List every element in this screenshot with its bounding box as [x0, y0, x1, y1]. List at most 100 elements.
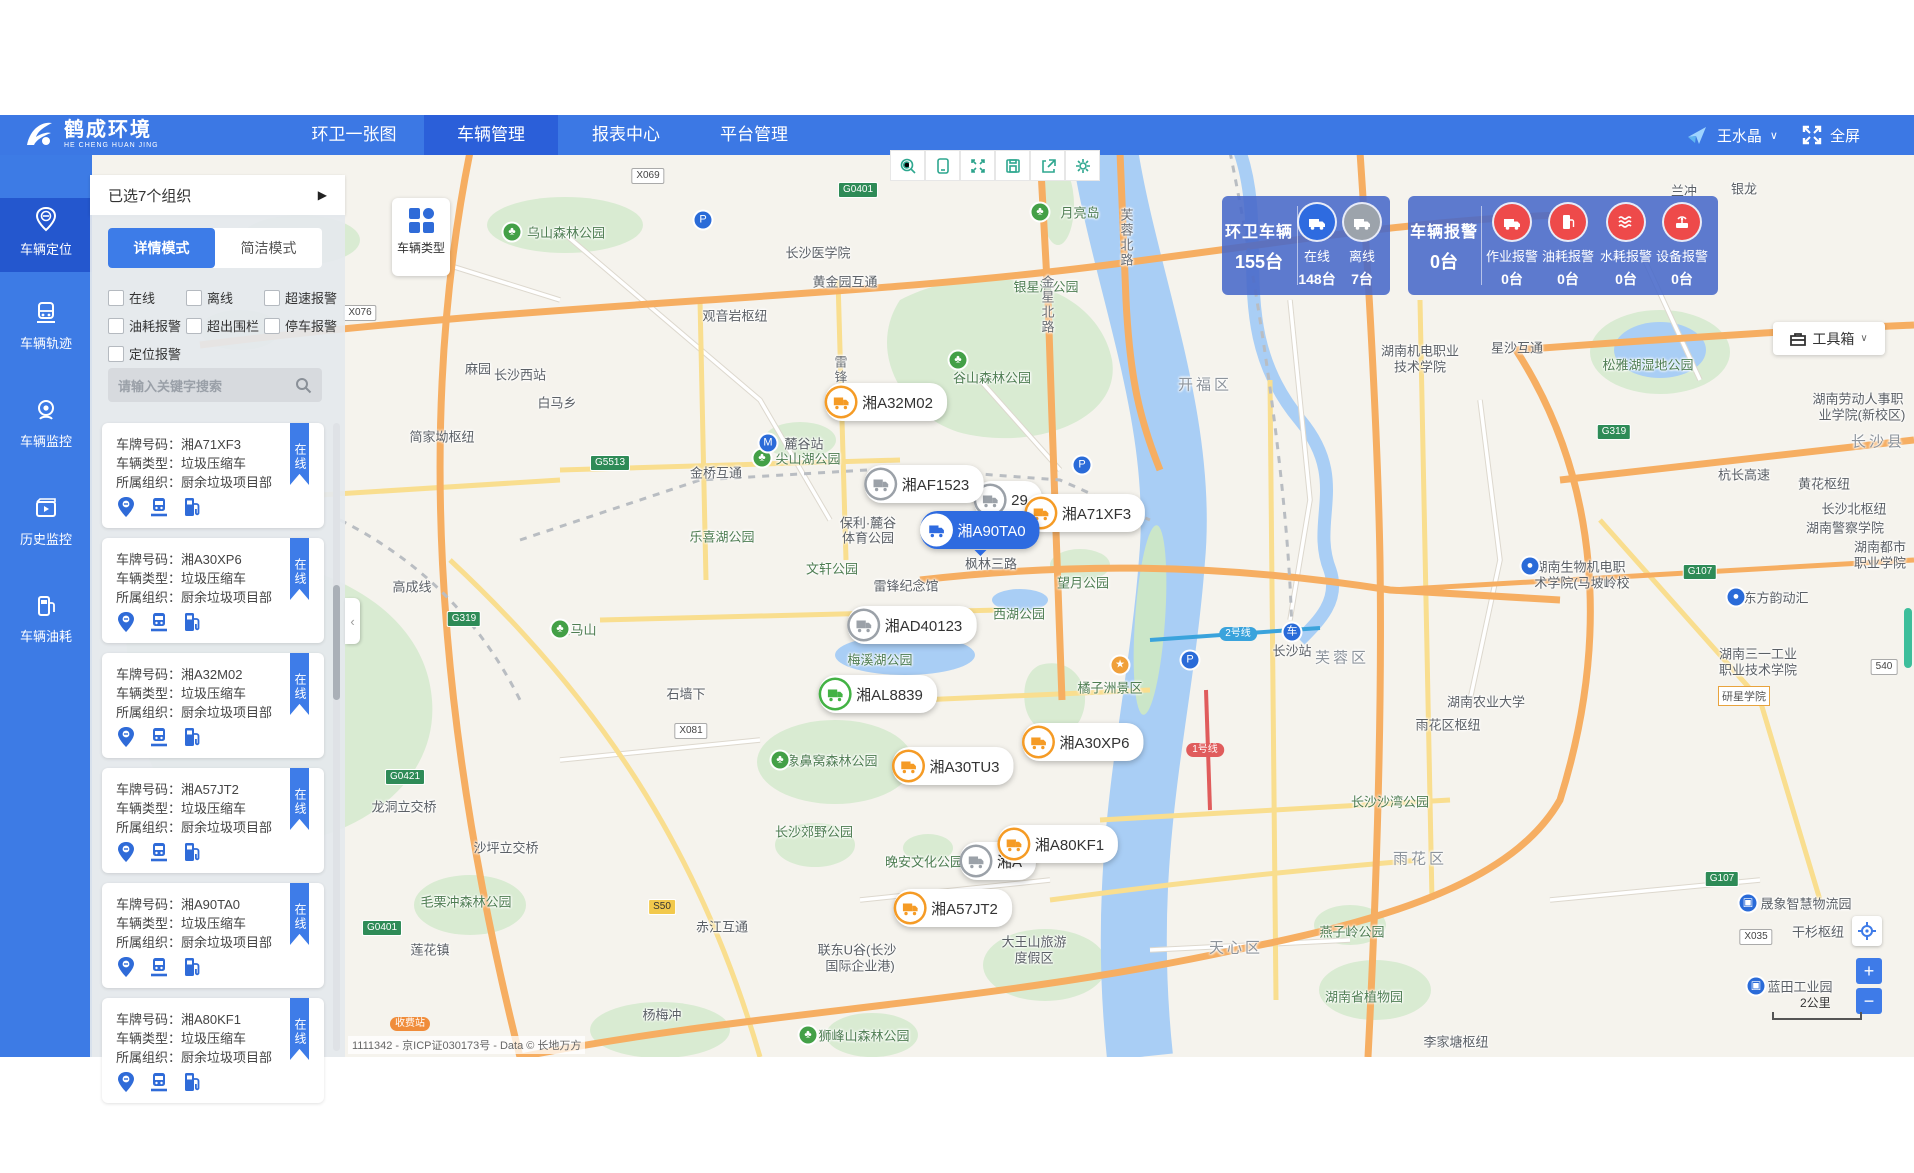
vehicle-marker-湘A90TA0[interactable]: 湘A90TA0	[920, 511, 1039, 549]
vehicle-marker-湘AF1523[interactable]: 湘AF1523	[865, 465, 984, 503]
locate-pin-icon[interactable]	[116, 841, 136, 863]
card-field: 车牌号码：湘A90TA0	[116, 894, 240, 913]
fuel-icon[interactable]	[182, 1071, 202, 1093]
toolbox-button[interactable]: 工具箱 ∨	[1773, 322, 1885, 355]
sidebar-item-3[interactable]: 车辆监控	[0, 390, 92, 464]
tab-detail-mode[interactable]: 详情模式	[108, 228, 215, 268]
map-toolbar-export-button[interactable]	[1030, 150, 1065, 181]
fuel-icon[interactable]	[182, 496, 202, 518]
nav-tab-2[interactable]: 车辆管理	[424, 115, 558, 155]
fullscreen-label[interactable]: 全屏	[1830, 125, 1860, 146]
vehicle-marker-湘AL8839[interactable]: 湘AL8839	[819, 675, 937, 713]
checkbox-icon[interactable]	[186, 290, 202, 306]
filter-checkbox-在线[interactable]: 在线	[108, 288, 155, 307]
fuel-icon[interactable]	[182, 611, 202, 633]
map-toolbar-save-button[interactable]	[995, 150, 1030, 181]
track-icon[interactable]	[148, 956, 170, 978]
vehicle-type-button[interactable]: 车辆类型	[392, 198, 450, 276]
tab-simple-mode[interactable]: 简洁模式	[215, 228, 322, 268]
sidebar-item-4[interactable]: 历史监控	[0, 488, 92, 562]
vehicle-marker-湘AD40123[interactable]: 湘AD40123	[848, 606, 977, 644]
vehicle-marker-湘A32M02[interactable]: 湘A32M02	[825, 383, 947, 421]
track-icon[interactable]	[148, 1071, 170, 1093]
checkbox-icon[interactable]	[108, 346, 124, 362]
fuel-icon[interactable]	[182, 726, 202, 748]
page-scrollbar-thumb[interactable]	[1904, 608, 1912, 668]
vehicle-list-panel: 详情模式简洁模式 在线 离线 超速报警油耗报警超出围栏停车报警定位报警 请输入关键字…	[90, 215, 345, 1057]
video-icon	[33, 496, 59, 522]
avatar-icon[interactable]	[1685, 123, 1709, 147]
username[interactable]: 王水晶	[1717, 125, 1762, 146]
track-icon[interactable]	[148, 841, 170, 863]
map-toolbar-settings-button[interactable]	[1065, 150, 1100, 181]
sidebar-item-2[interactable]: 车辆轨迹	[0, 292, 92, 366]
vehicle-marker-湘A30TU3[interactable]: 湘A30TU3	[892, 747, 1013, 785]
vehicle-card-湘A71XF3[interactable]: 车牌号码：湘A71XF3车辆类型：垃圾压缩车所属组织：厨余垃圾项目部在线	[102, 423, 324, 528]
locate-pin-icon[interactable]	[116, 611, 136, 633]
map-toolbar-expand-button[interactable]	[960, 150, 995, 181]
top-navbar: 鹤成环境HE CHENG HUAN JING 环卫一张图车辆管理报表中心平台管理…	[0, 115, 1914, 155]
vehicle-card-湘A32M02[interactable]: 车牌号码：湘A32M02车辆类型：垃圾压缩车所属组织：厨余垃圾项目部在线	[102, 653, 324, 758]
vehicle-card-湘A57JT2[interactable]: 车牌号码：湘A57JT2车辆类型：垃圾压缩车所属组织：厨余垃圾项目部在线	[102, 768, 324, 873]
status-badge-online: 在线	[290, 423, 309, 485]
sidebar-item-1[interactable]: 车辆定位	[0, 198, 92, 272]
status-badge-online: 在线	[290, 538, 309, 600]
truck-icon	[902, 901, 919, 916]
filter-checkbox-定位报警[interactable]: 定位报警	[108, 344, 181, 363]
nav-tab-1[interactable]: 环卫一张图	[306, 115, 402, 155]
vehicle-card-湘A80KF1[interactable]: 车牌号码：湘A80KF1车辆类型：垃圾压缩车所属组织：厨余垃圾项目部在线	[102, 998, 324, 1103]
crane-logo-icon	[22, 117, 56, 151]
zoom-out-button[interactable]: −	[1856, 988, 1882, 1014]
pin-car-icon	[33, 206, 59, 232]
filter-checkbox-超速报警[interactable]: 超速报警	[264, 288, 337, 307]
checkbox-icon[interactable]	[264, 290, 280, 306]
sidebar-item-5[interactable]: 车辆油耗	[0, 585, 92, 659]
search-icon[interactable]	[295, 377, 312, 394]
locate-button[interactable]	[1852, 916, 1882, 946]
road-badge: G0401	[838, 182, 878, 198]
locate-pin-icon[interactable]	[116, 956, 136, 978]
fuel-icon[interactable]	[182, 841, 202, 863]
stat-item-设备报警: 设备报警0台	[1654, 204, 1710, 289]
nav-tab-3[interactable]: 报表中心	[586, 115, 666, 155]
locate-pin-icon[interactable]	[116, 1071, 136, 1093]
filter-checkbox-停车报警[interactable]: 停车报警	[264, 316, 337, 335]
vehicle-marker-湘A57JT2[interactable]: 湘A57JT2	[894, 889, 1012, 927]
locate-pin-icon[interactable]	[116, 726, 136, 748]
fullscreen-icon[interactable]	[1802, 125, 1822, 145]
road-badge: G319	[1597, 424, 1631, 440]
nav-tab-4[interactable]: 平台管理	[714, 115, 794, 155]
settings-icon	[1074, 157, 1092, 175]
zoom-in-button[interactable]: +	[1856, 958, 1882, 984]
expand-arrow-icon[interactable]: ▶	[318, 188, 327, 202]
filter-checkbox-超出围栏[interactable]: 超出围栏	[186, 316, 259, 335]
checkbox-icon[interactable]	[186, 318, 202, 334]
card-field: 车牌号码：湘A71XF3	[116, 434, 241, 453]
vehicle-marker-湘A30XP6[interactable]: 湘A30XP6	[1022, 723, 1143, 761]
search-input[interactable]: 请输入关键字搜索	[108, 368, 322, 402]
truck-icon	[1005, 837, 1022, 852]
vehicle-marker-湘A71XF3[interactable]: 湘A71XF3	[1025, 494, 1145, 532]
panel-collapse-handle[interactable]: ‹	[345, 598, 360, 644]
checkbox-icon[interactable]	[264, 318, 280, 334]
list-scrollbar[interactable]	[333, 423, 340, 1051]
fuel-icon	[33, 593, 59, 619]
track-icon[interactable]	[148, 611, 170, 633]
chevron-down-icon[interactable]: ∨	[1770, 129, 1778, 142]
checkbox-icon[interactable]	[108, 290, 124, 306]
filter-checkbox-离线[interactable]: 离线	[186, 288, 233, 307]
map-toolbar-zoom-search-button[interactable]	[890, 150, 925, 181]
toolbox-icon	[1790, 331, 1806, 347]
checkbox-icon[interactable]	[108, 318, 124, 334]
map-toolbar-screenshot-button[interactable]	[925, 150, 960, 181]
scrollbar-thumb[interactable]	[333, 585, 340, 700]
org-selector-header[interactable]: 已选7个组织 ▶	[90, 175, 345, 215]
vehicle-card-湘A90TA0[interactable]: 车牌号码：湘A90TA0车辆类型：垃圾压缩车所属组织：厨余垃圾项目部在线	[102, 883, 324, 988]
locate-pin-icon[interactable]	[116, 496, 136, 518]
track-icon[interactable]	[148, 496, 170, 518]
vehicle-marker-湘A80KF1[interactable]: 湘A80KF1	[998, 825, 1118, 863]
vehicle-card-湘A30XP6[interactable]: 车牌号码：湘A30XP6车辆类型：垃圾压缩车所属组织：厨余垃圾项目部在线	[102, 538, 324, 643]
filter-checkbox-油耗报警[interactable]: 油耗报警	[108, 316, 181, 335]
fuel-icon[interactable]	[182, 956, 202, 978]
track-icon[interactable]	[148, 726, 170, 748]
